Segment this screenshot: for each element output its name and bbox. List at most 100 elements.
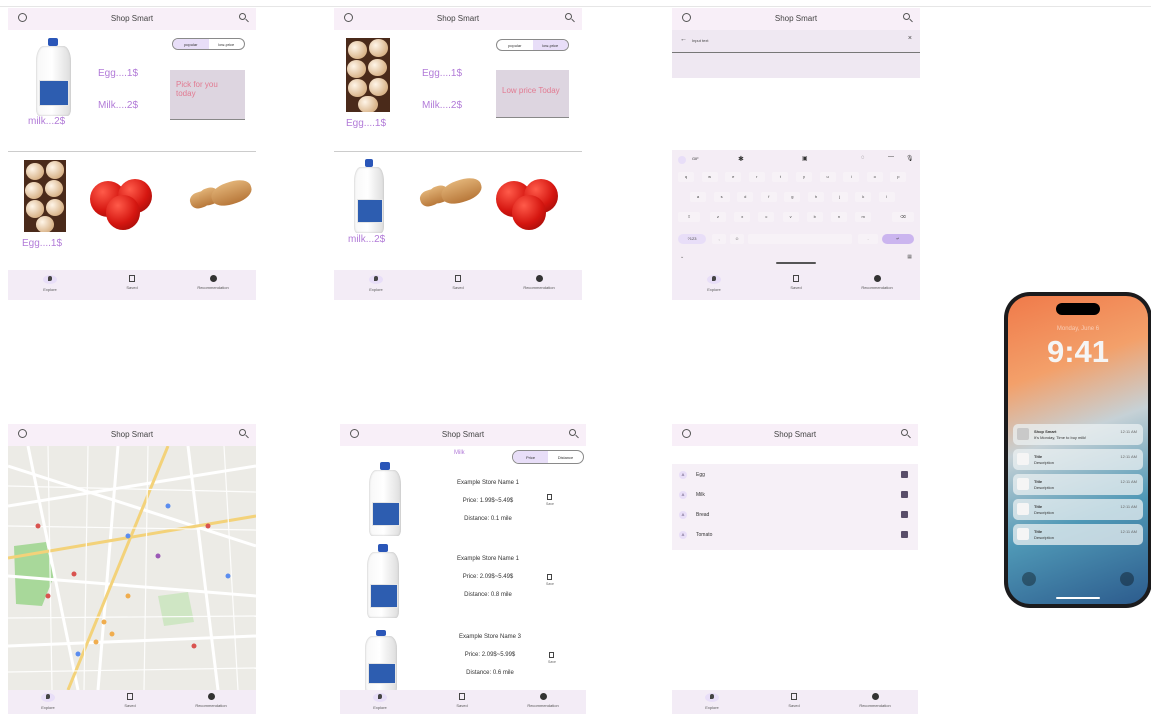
notification-item[interactable]: Title Description 12:11 AM: [1013, 524, 1143, 545]
nav-saved[interactable]: Saved: [90, 693, 170, 708]
key-s[interactable]: s: [713, 192, 730, 202]
milk-image[interactable]: [28, 38, 78, 118]
egg-image[interactable]: [346, 38, 390, 112]
settings-icon[interactable]: ✱: [738, 155, 744, 163]
key-o[interactable]: o: [866, 172, 883, 182]
camera-icon[interactable]: [1120, 572, 1134, 586]
emoji-sticker-icon[interactable]: [678, 156, 686, 164]
nav-recommendation[interactable]: Recommendation: [503, 693, 583, 708]
key-p[interactable]: p: [890, 172, 907, 182]
nav-recommendation[interactable]: Recommendation: [835, 693, 915, 708]
key-a[interactable]: a: [690, 192, 706, 202]
item-checkbox[interactable]: [901, 491, 908, 498]
list-item-tomato[interactable]: A Tomato: [672, 526, 918, 545]
key-g[interactable]: g: [784, 192, 801, 202]
key-q[interactable]: q: [678, 172, 694, 182]
key-t[interactable]: t: [772, 172, 789, 182]
palette-icon[interactable]: ◌: [861, 155, 865, 161]
key-j[interactable]: j: [831, 192, 848, 202]
sort-toggle[interactable]: popular low-price: [496, 39, 569, 51]
store-1-milk-image[interactable]: [362, 462, 408, 538]
key-y[interactable]: y: [796, 172, 812, 182]
mic-icon[interactable]: 🎙: [906, 155, 914, 162]
nav-recommendation[interactable]: Recommendation: [171, 693, 251, 708]
nav-explore[interactable]: Explore: [340, 693, 420, 710]
key-w[interactable]: w: [701, 172, 718, 182]
clipboard-icon[interactable]: ▣: [802, 155, 808, 162]
nav-explore[interactable]: Explore: [8, 693, 88, 710]
item-checkbox[interactable]: [901, 531, 908, 538]
comma-key[interactable]: ,: [712, 234, 726, 244]
list-item-bread[interactable]: A Bread: [672, 506, 918, 525]
list-item-milk[interactable]: A Milk: [672, 486, 918, 505]
key-b[interactable]: b: [806, 212, 823, 222]
gif-key[interactable]: GIF: [692, 156, 699, 161]
bread-image[interactable]: [184, 176, 254, 218]
item-checkbox[interactable]: [901, 471, 908, 478]
notification-shop-smart[interactable]: Shop Smart It's Monday, Time to buy milk…: [1013, 424, 1143, 445]
nav-recommendation[interactable]: Recommendation: [173, 275, 253, 290]
nav-explore[interactable]: Explore: [10, 275, 90, 292]
popular-segment[interactable]: popular: [497, 40, 533, 50]
price-segment[interactable]: Price: [513, 451, 548, 463]
store-2-milk-image[interactable]: [360, 544, 406, 620]
store-2-info[interactable]: Example Store Name 1 Price: 2.09$~5.49$ …: [428, 556, 548, 610]
notification-item[interactable]: Title Description 12:11 AM: [1013, 474, 1143, 495]
low-price-segment[interactable]: low-price: [532, 40, 568, 50]
store-3-save-button[interactable]: Save: [548, 652, 556, 664]
popular-segment[interactable]: popular: [173, 39, 209, 49]
period-key[interactable]: .: [858, 234, 878, 244]
sort-toggle[interactable]: Price Distance: [512, 450, 584, 464]
key-l[interactable]: l: [878, 192, 895, 202]
nav-explore[interactable]: Explore: [336, 275, 416, 292]
nav-saved[interactable]: Saved: [418, 275, 498, 290]
key-u[interactable]: u: [819, 172, 836, 182]
nav-saved[interactable]: Saved: [754, 693, 834, 708]
more-icon[interactable]: —: [888, 154, 894, 160]
store-1-info[interactable]: Example Store Name 1 Price: 1.99$~5.49$ …: [428, 480, 548, 534]
store-3-milk-image[interactable]: [358, 630, 404, 694]
low-price-segment[interactable]: low-price: [209, 39, 245, 49]
store-1-save-button[interactable]: Save: [546, 494, 554, 506]
search-icon[interactable]: [569, 429, 576, 436]
key-e[interactable]: e: [725, 172, 742, 182]
key-z[interactable]: z: [710, 212, 726, 222]
item-checkbox[interactable]: [901, 511, 908, 518]
key-x[interactable]: x: [734, 212, 751, 222]
list-item-egg[interactable]: A Egg: [672, 466, 918, 485]
space-key[interactable]: [748, 234, 852, 244]
milk-image[interactable]: [348, 159, 390, 235]
distance-segment[interactable]: Distance: [548, 451, 583, 463]
bread-image[interactable]: [414, 174, 484, 216]
keyboard-hide-icon[interactable]: ⌄: [680, 254, 684, 260]
flashlight-icon[interactable]: [1022, 572, 1036, 586]
clear-icon[interactable]: ×: [908, 35, 912, 42]
emoji-key[interactable]: ☺: [730, 234, 744, 244]
map-view[interactable]: [8, 446, 256, 690]
backspace-key[interactable]: ⌫: [892, 212, 914, 222]
key-h[interactable]: h: [808, 192, 824, 202]
notification-item[interactable]: Title Description 12:11 AM: [1013, 499, 1143, 520]
search-icon[interactable]: [565, 13, 572, 20]
back-arrow-icon[interactable]: ←: [680, 36, 687, 43]
nav-recommendation[interactable]: Recommendation: [837, 275, 917, 290]
key-n[interactable]: n: [831, 212, 847, 222]
tomato-image[interactable]: [486, 163, 572, 235]
search-icon[interactable]: [239, 429, 246, 436]
mode-key[interactable]: ?123: [678, 234, 706, 244]
search-icon[interactable]: [901, 429, 908, 436]
tomato-image[interactable]: [80, 163, 166, 235]
nav-saved[interactable]: Saved: [756, 275, 836, 290]
key-c[interactable]: c: [758, 212, 775, 222]
key-v[interactable]: v: [782, 212, 799, 222]
nav-saved[interactable]: Saved: [92, 275, 172, 290]
sort-toggle[interactable]: popular low-price: [172, 38, 245, 50]
enter-key[interactable]: ↵: [882, 234, 914, 244]
key-i[interactable]: i: [843, 172, 860, 182]
nav-recommendation[interactable]: Recommendation: [499, 275, 579, 290]
egg-image[interactable]: [24, 160, 66, 232]
keyboard-switch-icon[interactable]: ▦: [907, 254, 912, 260]
search-icon[interactable]: [239, 13, 246, 20]
shift-key[interactable]: ⇧: [678, 212, 700, 222]
store-2-save-button[interactable]: Save: [546, 574, 554, 586]
